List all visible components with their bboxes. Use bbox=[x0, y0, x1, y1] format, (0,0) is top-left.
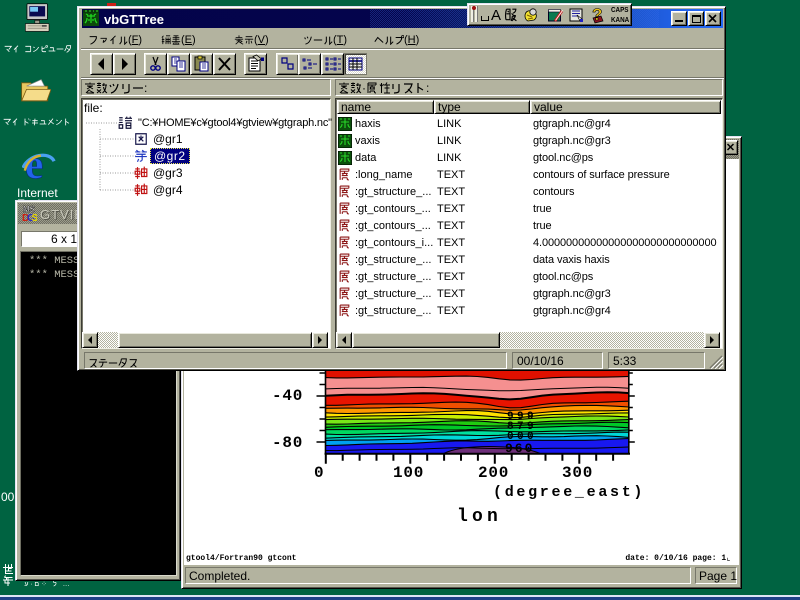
svg-text:?: ? bbox=[592, 6, 602, 24]
svg-text:S: S bbox=[32, 213, 38, 222]
